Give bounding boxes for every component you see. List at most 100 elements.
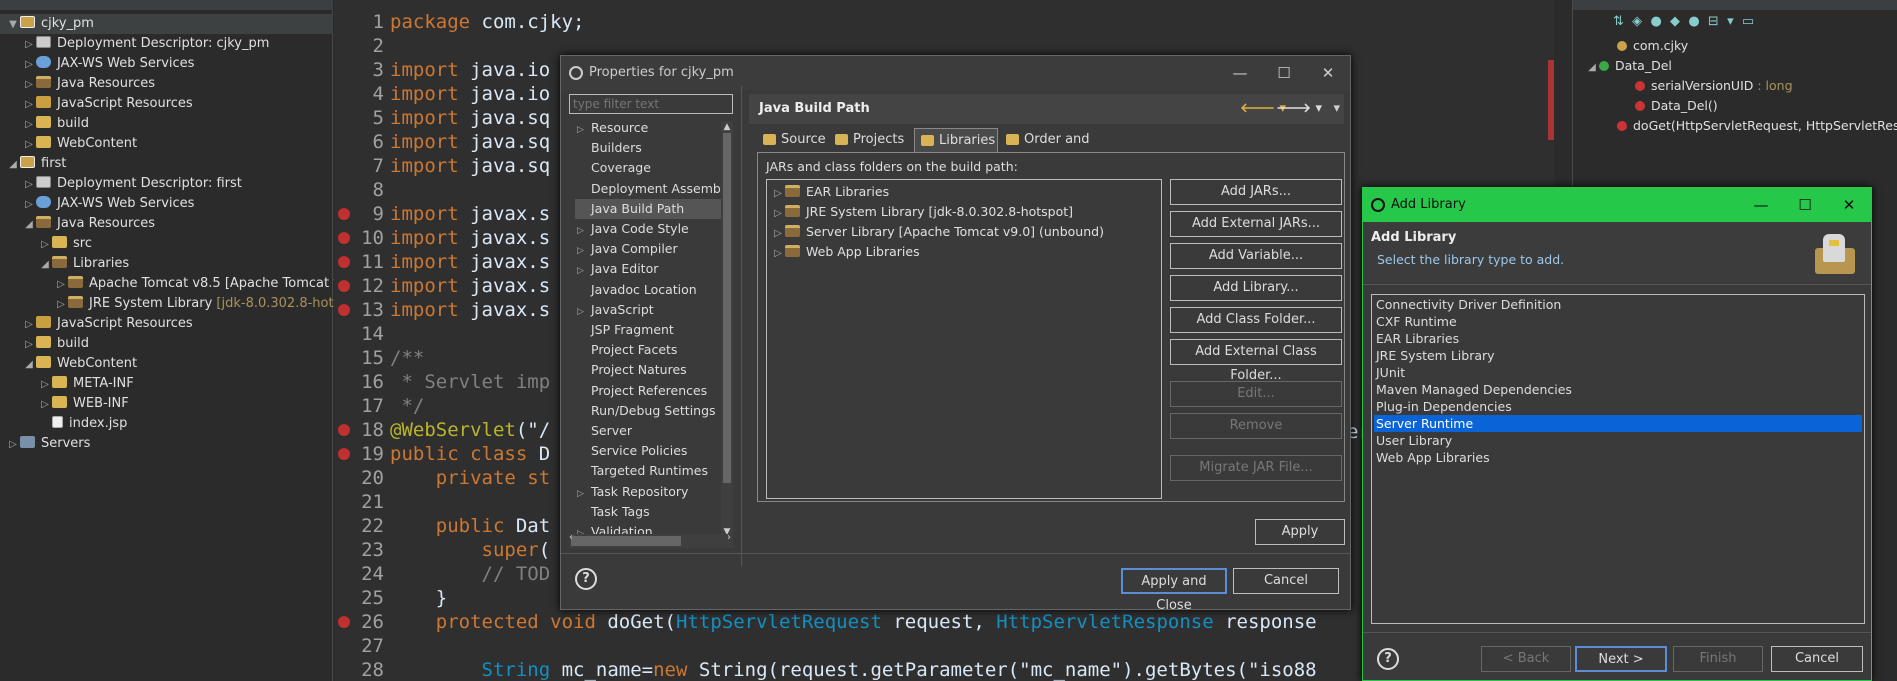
expand-toggle-icon[interactable]: ▷ [22,115,36,135]
tree-item[interactable]: index.jsp [0,414,333,434]
library-tree[interactable]: ▷ EAR Libraries ▷ JRE System Library [jdk-8… [766,179,1162,499]
error-marker-icon[interactable] [338,424,350,436]
tab-libraries[interactable]: Libraries [914,128,998,152]
outline-item[interactable]: com.cjky [1573,36,1688,56]
expand-toggle-icon[interactable]: ▷ [771,224,785,244]
outline-item[interactable]: doGet(HttpServletRequest, HttpServletRes… [1573,116,1897,136]
add-external-jars-button[interactable]: Add External JARs... [1170,211,1342,237]
outline-item[interactable]: Data_Del() [1573,96,1718,116]
nav-item[interactable]: Project Facets [577,340,677,360]
expand-toggle-icon[interactable]: ▷ [38,395,52,415]
view-menu-icon[interactable]: ▾ [1727,14,1734,29]
expand-toggle-icon[interactable]: ▷ [38,375,52,395]
outline-item[interactable]: serialVersionUID : long [1573,76,1793,96]
outline-tab-bar[interactable] [1573,0,1897,10]
hide-nonpublic-icon[interactable]: ● [1688,14,1699,29]
minimize-button[interactable]: — [1218,56,1262,90]
sash[interactable] [741,86,742,566]
tree-item[interactable]: ▷ Apache Tomcat v8.5 [Apache Tomcat v8.5] [0,274,367,294]
expand-toggle-icon[interactable]: ▷ [771,184,785,204]
library-type-item[interactable]: Maven Managed Dependencies [1374,381,1862,398]
remove-button[interactable]: Remove [1170,413,1342,439]
migrate-jar-button[interactable]: Migrate JAR File... [1170,455,1342,481]
library-entry[interactable]: ▷ EAR Libraries [771,182,889,202]
tree-item[interactable]: ▷ JavaScript Resources [0,94,333,114]
hide-static-icon[interactable]: ◆ [1670,14,1680,29]
nav-item[interactable]: Javadoc Location [577,280,697,300]
tree-item[interactable]: ▷ WebContent [0,134,333,154]
expand-toggle-icon[interactable]: ▷ [6,435,20,455]
nav-scrollbar[interactable]: ▲ ▼ [721,121,733,538]
apply-button[interactable]: Apply [1255,519,1345,545]
nav-item[interactable]: Coverage [577,158,651,178]
tree-item[interactable]: ▷ JRE System Library [jdk-8.0.302.8-hotsp… [0,294,367,314]
view-menu-icon[interactable]: ▾ [1333,94,1340,124]
finish-button[interactable]: Finish [1673,646,1763,672]
library-type-item[interactable]: EAR Libraries [1374,330,1862,347]
maximize-button[interactable]: ☐ [1262,56,1306,90]
expand-toggle-icon[interactable]: ▷ [577,484,591,504]
expand-toggle-icon[interactable]: ▷ [577,221,591,241]
tree-item[interactable]: ▷ Servers [0,434,333,454]
minimize-icon[interactable]: ▭ [1742,14,1754,29]
tree-item[interactable]: ▷ JAX-WS Web Services [0,54,333,74]
add-library-titlebar[interactable]: Add Library — ☐ ✕ [1363,188,1871,222]
tree-item[interactable]: ▷ src [0,234,333,254]
expand-toggle-icon[interactable]: ▷ [22,195,36,215]
sort-icon[interactable]: ⇅ [1613,14,1624,29]
tab-projects[interactable]: Projects [829,128,912,152]
help-icon[interactable]: ? [1377,648,1399,670]
add-external-class-folder-button[interactable]: Add External Class Folder... [1170,339,1342,383]
nav-item[interactable]: Server [577,421,632,441]
error-marker-icon[interactable] [338,616,350,628]
expand-toggle-icon[interactable]: ▷ [22,55,36,75]
nav-hscrollbar[interactable]: ‹ › [569,532,733,548]
expand-toggle-icon[interactable]: ▷ [577,261,591,281]
expand-toggle-icon[interactable]: ▷ [771,204,785,224]
tree-item[interactable]: ◢ first [0,154,333,174]
library-type-item[interactable]: Plug-in Dependencies [1374,398,1862,415]
tree-item[interactable]: ▷ WEB-INF [0,394,333,414]
tree-item[interactable]: ▷ JAX-WS Web Services [0,194,333,214]
error-marker-icon[interactable] [338,256,350,268]
cancel-button[interactable]: Cancel [1771,646,1863,672]
nav-item[interactable]: Deployment Assembly [577,179,732,199]
tree-item[interactable]: ▷ Java Resources [0,74,333,94]
tree-item[interactable]: ▷ Deployment Descriptor: first [0,174,333,194]
expand-toggle-icon[interactable]: ▷ [22,135,36,155]
expand-toggle-icon[interactable]: ◢ [38,255,52,275]
expand-toggle-icon[interactable]: ◢ [22,215,36,235]
library-type-item[interactable]: JRE System Library [1374,347,1862,364]
nav-item[interactable]: Project References [577,381,707,401]
filter-input[interactable] [569,94,733,114]
error-marker-icon[interactable] [338,280,350,292]
minimize-button[interactable]: — [1739,188,1783,222]
back-button[interactable]: < Back [1481,646,1571,672]
error-marker-icon[interactable] [338,304,350,316]
tree-item[interactable]: ◢ WebContent [0,354,333,374]
nav-item[interactable]: ▷ Resource [577,118,648,138]
nav-item[interactable]: ▷ Java Editor [577,259,658,279]
nav-item[interactable]: ▷ Task Repository [577,482,688,502]
tree-item[interactable]: ◢ Libraries [0,254,333,274]
properties-titlebar[interactable]: Properties for cjky_pm — ☐ ✕ [561,56,1350,90]
add-library-button[interactable]: Add Library... [1170,275,1342,301]
collapse-icon[interactable]: ⊟ [1708,14,1719,29]
nav-item[interactable]: ▷ Java Code Style [577,219,689,239]
apply-and-close-button[interactable]: Apply and Close [1121,568,1227,613]
nav-item[interactable]: ▷ JavaScript [577,300,654,320]
library-type-item[interactable]: User Library [1374,432,1862,449]
error-marker-icon[interactable] [338,208,350,220]
expand-toggle-icon[interactable]: ◢ [22,355,36,375]
nav-item[interactable]: Targeted Runtimes [577,461,708,481]
nav-scrollbar-thumb[interactable] [723,133,731,483]
expand-toggle-icon[interactable]: ▷ [38,235,52,255]
help-icon[interactable]: ? [575,568,597,590]
nav-item[interactable]: JSP Fragment [577,320,674,340]
nav-item[interactable]: ▷ Java Compiler [577,239,678,259]
close-button[interactable]: ✕ [1306,56,1350,90]
expand-toggle-icon[interactable]: ◢ [6,155,20,175]
add-jars-button[interactable]: Add JARs... [1170,179,1342,205]
tree-item[interactable]: ▷ JavaScript Resources [0,314,333,334]
add-class-folder-button[interactable]: Add Class Folder... [1170,307,1342,333]
